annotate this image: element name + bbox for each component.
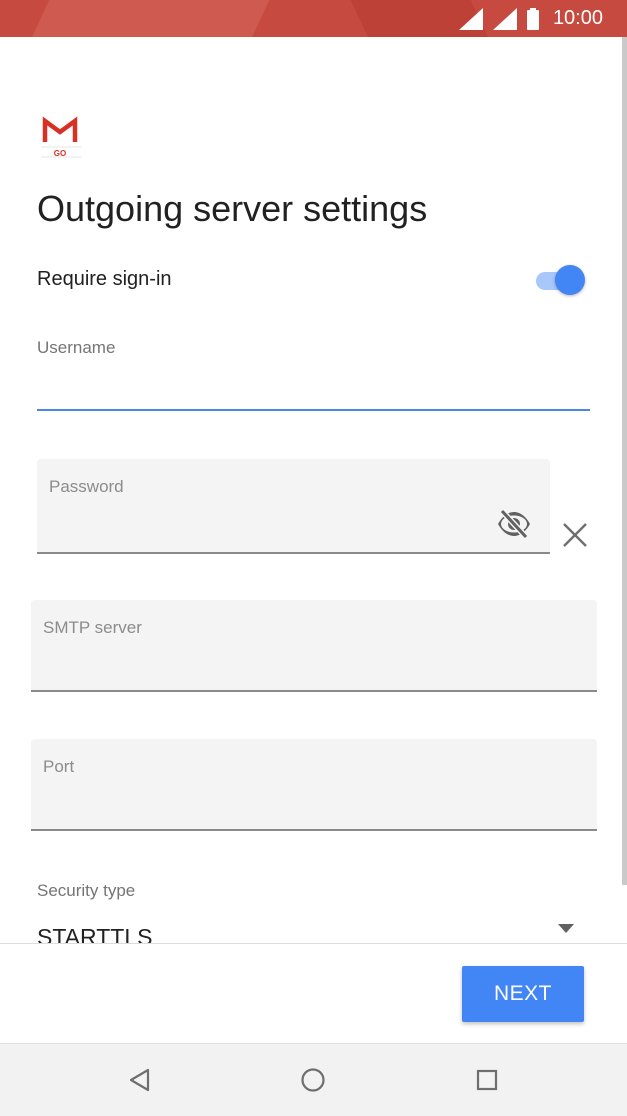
back-icon[interactable]	[126, 1066, 154, 1094]
gmail-logo-icon: GO	[41, 116, 81, 158]
chevron-down-icon[interactable]	[558, 924, 574, 934]
require-signin-label: Require sign-in	[37, 268, 172, 290]
status-bar-facet	[21, 0, 279, 37]
port-label: Port	[43, 757, 75, 776]
logo-text: GO	[54, 149, 66, 158]
status-time: 10:00	[552, 7, 603, 29]
password-label: Password	[49, 477, 124, 496]
status-icons: 10:00	[458, 0, 603, 37]
scrollbar[interactable]	[622, 37, 627, 885]
status-bar: 10:00	[0, 0, 627, 37]
port-field[interactable]: Port	[31, 739, 597, 831]
smtp-server-label: SMTP server	[43, 618, 142, 637]
battery-icon	[526, 7, 539, 30]
navigation-bar	[0, 1043, 627, 1116]
username-label: Username	[37, 338, 116, 357]
home-icon[interactable]	[299, 1066, 327, 1094]
username-input[interactable]	[37, 362, 590, 410]
next-button[interactable]: NEXT	[462, 966, 584, 1022]
smtp-server-field[interactable]: SMTP server	[31, 600, 597, 692]
require-signin-toggle[interactable]	[534, 264, 588, 296]
username-underline	[37, 409, 590, 411]
toggle-thumb	[555, 265, 585, 295]
password-field[interactable]: Password	[37, 459, 550, 554]
signal-icon	[492, 7, 517, 30]
gmail-go-logo: GO	[41, 116, 81, 160]
page-title: Outgoing server settings	[37, 188, 428, 229]
security-type-label: Security type	[37, 881, 136, 900]
recents-icon[interactable]	[473, 1066, 501, 1094]
signal-icon	[458, 7, 483, 30]
eye-off-icon[interactable]	[496, 506, 532, 542]
close-icon[interactable]	[561, 521, 589, 549]
